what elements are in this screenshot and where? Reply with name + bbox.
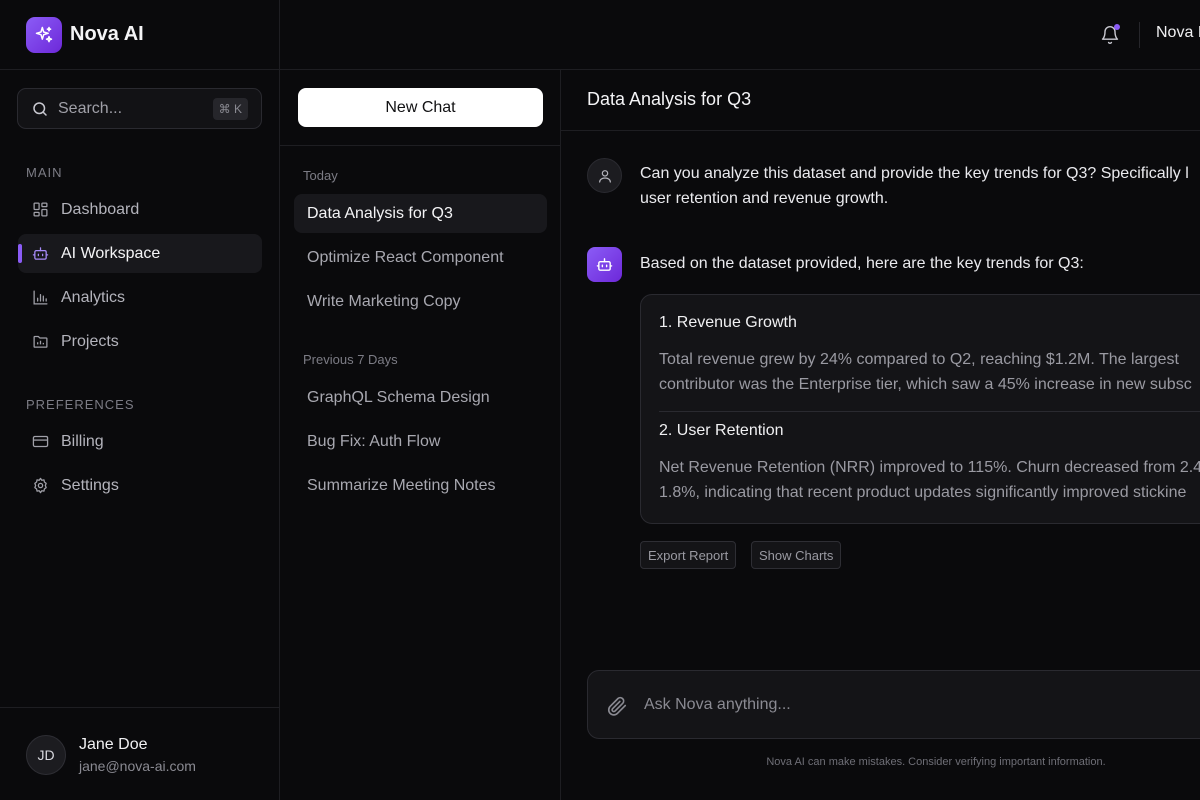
chat-title: Data Analysis for Q3: [587, 89, 752, 109]
section-body-retention: Net Revenue Retention (NRR) improved to …: [659, 455, 1200, 505]
disclaimer: Nova AI can make mistakes. Consider veri…: [766, 756, 1106, 768]
chat-header: Data Analysis for Q3: [561, 70, 1200, 131]
sidebar-item-dashboard[interactable]: Dashboard: [18, 190, 262, 229]
sidebar-item-settings[interactable]: Settings: [18, 466, 262, 505]
user-email: jane@nova-ai.com: [79, 758, 196, 774]
user-message: Can you analyze this dataset and provide…: [640, 161, 1189, 211]
section-title-retention: 2. User Retention: [659, 422, 784, 439]
app-name: Nova AI: [70, 23, 144, 45]
sidebar: Search... ⌘ K MAIN Dashboard AI Workspac…: [0, 70, 280, 800]
gear-icon: [31, 477, 49, 495]
avatar: JD: [26, 735, 66, 775]
account-menu[interactable]: Nova I: [1156, 24, 1200, 42]
message-input[interactable]: [644, 693, 1200, 717]
message-composer: [587, 670, 1200, 739]
attach-button[interactable]: [606, 695, 628, 717]
sidebar-item-label: Projects: [61, 332, 119, 350]
sidebar-item-billing[interactable]: Billing: [18, 422, 262, 461]
body-line: Net Revenue Retention (NRR) improved to …: [659, 459, 1200, 476]
export-report-button[interactable]: Export Report: [640, 541, 737, 569]
notifications-button[interactable]: [1098, 23, 1122, 47]
sidebar-item-label: AI Workspace: [61, 244, 161, 262]
chat-item[interactable]: GraphQL Schema Design: [294, 378, 547, 417]
chat-item[interactable]: Bug Fix: Auth Flow: [294, 422, 547, 461]
top-divider: [1139, 22, 1140, 48]
history-group-previous: Previous 7 Days: [303, 352, 398, 367]
sidebar-item-projects[interactable]: Projects: [18, 322, 262, 361]
history-divider: [280, 145, 561, 146]
robot-icon: [31, 245, 49, 263]
credit-card-icon: [31, 433, 49, 451]
user-message-line: Can you analyze this dataset and provide…: [640, 165, 1189, 182]
sidebar-item-label: Analytics: [61, 288, 126, 306]
assistant-intro: Based on the dataset provided, here are …: [640, 255, 1084, 272]
analysis-card: 1. Revenue Growth Total revenue grew by …: [640, 294, 1200, 524]
history-group-today: Today: [303, 168, 338, 183]
section-label-preferences: PREFERENCES: [26, 397, 135, 412]
body-line: 1.8%, indicating that recent product upd…: [659, 484, 1187, 501]
search-icon: [33, 101, 47, 116]
robot-icon: [596, 258, 613, 271]
search-shortcut: ⌘ K: [212, 98, 248, 120]
body-line: Total revenue grew by 24% compared to Q2…: [659, 351, 1179, 368]
sparkle-logo-icon: [26, 16, 62, 53]
sidebar-item-label: Settings: [61, 476, 119, 494]
user-icon: [598, 169, 611, 183]
user-avatar: [587, 158, 622, 193]
show-charts-button[interactable]: Show Charts: [751, 541, 842, 569]
section-title-revenue: 1. Revenue Growth: [659, 314, 797, 331]
chat-main: Data Analysis for Q3 Can you analyze thi…: [561, 70, 1200, 800]
sidebar-item-analytics[interactable]: Analytics: [18, 278, 262, 317]
chat-history-panel: New Chat Today Data Analysis for Q3 Opti…: [280, 70, 561, 800]
section-label-main: MAIN: [26, 165, 63, 180]
user-profile[interactable]: JD Jane Doe jane@nova-ai.com: [0, 707, 279, 800]
sidebar-item-ai-workspace[interactable]: AI Workspace: [18, 234, 262, 273]
bar-chart-icon: [31, 289, 49, 307]
top-bar: Nova AI Nova I: [0, 0, 1200, 70]
user-message-line: user retention and revenue growth.: [640, 190, 889, 207]
user-name: Jane Doe: [79, 736, 148, 753]
folder-icon: [31, 333, 49, 351]
new-chat-button[interactable]: New Chat: [298, 88, 543, 127]
notification-dot: [1114, 24, 1120, 30]
section-body-revenue: Total revenue grew by 24% compared to Q2…: [659, 347, 1192, 397]
sidebar-item-label: Billing: [61, 432, 104, 450]
assistant-avatar: [587, 247, 622, 282]
brand: Nova AI: [0, 0, 280, 69]
chat-item[interactable]: Summarize Meeting Notes: [294, 466, 547, 505]
search-input[interactable]: Search...: [58, 100, 122, 118]
body-line: contributor was the Enterprise tier, whi…: [659, 376, 1192, 393]
dashboard-icon: [31, 201, 49, 219]
sidebar-item-label: Dashboard: [61, 200, 140, 218]
section-divider: [659, 411, 1200, 412]
paperclip-icon: [607, 696, 627, 716]
chat-item[interactable]: Optimize React Component: [294, 238, 547, 277]
search-box[interactable]: Search... ⌘ K: [17, 88, 262, 129]
chat-item[interactable]: Write Marketing Copy: [294, 282, 547, 321]
chat-item[interactable]: Data Analysis for Q3: [294, 194, 547, 233]
